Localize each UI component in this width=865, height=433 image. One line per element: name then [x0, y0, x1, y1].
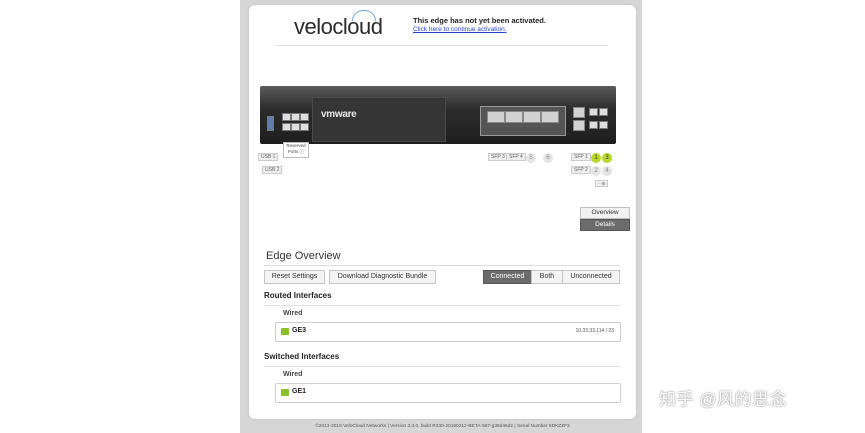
interface-status-icon	[281, 389, 289, 396]
ethernet-port-icon	[599, 121, 608, 129]
velocloud-logo: velocloud	[294, 10, 383, 40]
activation-link[interactable]: Click here to continue activation.	[413, 26, 507, 33]
edge-overview-title: Edge Overview	[266, 250, 341, 262]
sfp3-label: SFP 3	[488, 153, 508, 161]
interface-row-ge3[interactable]: GE3 10.33.33.114 / 23	[275, 322, 621, 342]
interface-name: GE1	[292, 388, 307, 395]
switched-interfaces-title: Switched Interfaces	[264, 352, 340, 361]
overview-button[interactable]: Overview	[580, 207, 630, 219]
ethernet-port-icon	[300, 113, 309, 121]
ethernet-port-icon	[282, 113, 291, 121]
port-6-indicator[interactable]: 6	[543, 153, 553, 163]
activation-link-text[interactable]: Click here to continue activation	[413, 26, 505, 33]
filter-unconnected[interactable]: Unconnected	[562, 270, 620, 284]
interface-row-ge1[interactable]: GE1	[275, 383, 621, 403]
right-sfp1-label: SFP 1	[571, 153, 591, 161]
ethernet-port-icon	[300, 123, 309, 131]
ethernet-port-icon	[589, 108, 598, 116]
ethernet-port-icon	[589, 121, 598, 129]
sfp-slot-icon	[523, 111, 541, 123]
filter-connected[interactable]: Connected	[483, 270, 532, 284]
ethernet-port-icon	[291, 123, 300, 131]
details-button[interactable]: Details	[580, 219, 630, 231]
right-sfp2-label: SFP 2	[571, 166, 591, 174]
usb1-label: USB 1	[258, 153, 279, 161]
ethernet-port-icon	[599, 108, 608, 116]
sfp-slot-icon	[487, 111, 505, 123]
filter-both[interactable]: Both	[531, 270, 563, 284]
header-divider	[276, 45, 608, 46]
activation-warning: This edge has not yet been activated.	[413, 16, 546, 25]
zhihu-watermark: 知乎 @风的思念	[659, 390, 787, 409]
overview-divider	[264, 265, 620, 266]
port-3-indicator[interactable]: 3	[602, 153, 612, 163]
switched-wired-label: Wired	[283, 371, 303, 378]
ethernet-port-icon	[291, 113, 300, 121]
port-2-indicator[interactable]: 2	[591, 166, 601, 176]
interface-ip: 10.33.33.114 / 23	[575, 328, 614, 334]
ethernet-port-icon	[282, 123, 291, 131]
sfp-slot-icon	[505, 111, 523, 123]
usb-port-icon	[267, 116, 274, 131]
download-diagnostic-bundle-button[interactable]: Download Diagnostic Bundle	[329, 270, 436, 284]
routed-interfaces-title: Routed Interfaces	[264, 291, 332, 300]
expand-ports-icon[interactable]: ⋯⊞	[595, 180, 609, 187]
page-footer: ©2013-2019 VeloCloud Networks | Version …	[315, 424, 570, 429]
usb2-label: USB 2	[262, 166, 283, 174]
sfp-slot-icon	[573, 107, 585, 118]
interface-status-icon	[281, 328, 289, 335]
interface-name: GE3	[292, 327, 307, 334]
routed-wired-label: Wired	[283, 310, 303, 317]
port-5-indicator[interactable]: 5	[526, 153, 536, 163]
port-1-indicator[interactable]: 1	[591, 153, 601, 163]
reserved-ports-label: Reserved Ports ⓘ	[283, 142, 309, 158]
reset-settings-button[interactable]: Reset Settings	[264, 270, 325, 284]
sfp-slot-icon	[541, 111, 559, 123]
sfp4-label: SFP 4	[506, 153, 526, 161]
sfp-slot-icon	[573, 120, 585, 131]
port-4-indicator[interactable]: 4	[602, 166, 612, 176]
routed-divider	[264, 305, 620, 306]
device-brand-logo: vmware	[321, 109, 357, 120]
switched-divider	[264, 366, 620, 367]
activation-link-period: .	[504, 26, 507, 33]
info-icon: ⓘ	[299, 148, 305, 154]
